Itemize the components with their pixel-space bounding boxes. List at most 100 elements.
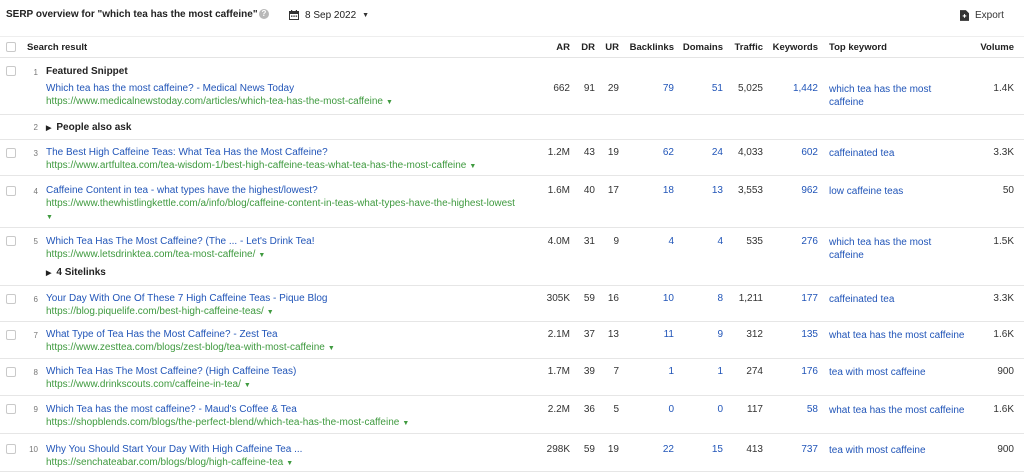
col-volume[interactable]: Volume (970, 42, 1014, 53)
backlinks-link[interactable]: 22 (630, 444, 674, 455)
keywords-link[interactable]: 135 (772, 329, 818, 340)
top-keyword-link[interactable]: which tea has the most caffeine (829, 83, 979, 109)
url-dropdown-icon[interactable]: ▼ (386, 99, 393, 106)
backlinks-link[interactable]: 18 (630, 185, 674, 196)
dr-value: 59 (583, 444, 595, 455)
keywords-link[interactable]: 58 (772, 404, 818, 415)
volume-value: 1.5K (993, 236, 1014, 247)
col-backlinks[interactable]: Backlinks (624, 42, 674, 53)
col-ur[interactable]: UR (600, 42, 619, 53)
col-ar[interactable]: AR (540, 42, 570, 53)
domains-link[interactable]: 51 (682, 83, 723, 94)
keywords-link[interactable]: 176 (772, 366, 818, 377)
top-keyword-link[interactable]: caffeinated tea (829, 293, 979, 306)
top-keyword-link[interactable]: which tea has the most caffeine (829, 236, 979, 262)
keywords-link[interactable]: 962 (772, 185, 818, 196)
col-dr[interactable]: DR (576, 42, 595, 53)
table-row: 8 Which Tea Has The Most Caffeine? (High… (0, 359, 1024, 396)
keywords-link[interactable]: 177 (772, 293, 818, 304)
url-dropdown-icon[interactable]: ▼ (46, 211, 53, 222)
row-checkbox[interactable] (6, 444, 16, 454)
row-checkbox[interactable] (6, 330, 16, 340)
traffic-value: 4,033 (737, 147, 763, 158)
backlinks-link[interactable]: 10 (630, 293, 674, 304)
result-position: 9 (33, 405, 38, 414)
keywords-link[interactable]: 276 (772, 236, 818, 247)
result-title-link[interactable]: Which Tea has the most caffeine? - Maud'… (46, 404, 297, 415)
col-domains[interactable]: Domains (680, 42, 723, 53)
domains-link[interactable]: 1 (682, 366, 723, 377)
result-url[interactable]: https://www.letsdrinktea.com/tea-most-ca… (46, 249, 265, 260)
volume-value: 1.4K (993, 83, 1014, 94)
url-dropdown-icon[interactable]: ▼ (267, 309, 274, 316)
result-url[interactable]: https://blog.piquelife.com/best-high-caf… (46, 306, 274, 317)
result-url[interactable]: https://www.medicalnewstoday.com/article… (46, 96, 393, 107)
domains-link[interactable]: 13 (682, 185, 723, 196)
top-keyword-link[interactable]: what tea has the most caffeine (829, 329, 979, 342)
url-dropdown-icon[interactable]: ▼ (286, 460, 293, 467)
row-checkbox[interactable] (6, 148, 16, 158)
keywords-link[interactable]: 602 (772, 147, 818, 158)
sitelinks-toggle[interactable]: ▶ 4 Sitelinks (46, 267, 106, 278)
backlinks-link[interactable]: 79 (630, 83, 674, 94)
row-checkbox[interactable] (6, 66, 16, 76)
domains-link[interactable]: 8 (682, 293, 723, 304)
result-url[interactable]: https://www.zesttea.com/blogs/zest-blog/… (46, 342, 335, 353)
sitelinks-label: 4 Sitelinks (56, 267, 106, 278)
row-checkbox[interactable] (6, 186, 16, 196)
result-title-link[interactable]: Which tea has the most caffeine? - Medic… (46, 83, 294, 94)
result-title-link[interactable]: The Best High Caffeine Teas: What Tea Ha… (46, 147, 328, 158)
keywords-link[interactable]: 1,442 (772, 83, 818, 94)
domains-link[interactable]: 9 (682, 329, 723, 340)
top-keyword-link[interactable]: low caffeine teas (829, 185, 979, 198)
row-checkbox[interactable] (6, 367, 16, 377)
result-url[interactable]: https://www.thewhistlingkettle.com/a/inf… (46, 198, 515, 209)
row-checkbox[interactable] (6, 294, 16, 304)
result-url[interactable]: https://senchateabar.com/blogs/blog/high… (46, 457, 293, 468)
col-keywords[interactable]: Keywords (768, 42, 818, 53)
result-title-link[interactable]: Your Day With One Of These 7 High Caffei… (46, 293, 327, 304)
top-keyword-link[interactable]: caffeinated tea (829, 147, 979, 160)
result-title-link[interactable]: What Type of Tea Has the Most Caffeine? … (46, 329, 278, 340)
top-keyword-link[interactable]: tea with most caffeine (829, 366, 979, 379)
ur-value: 13 (607, 329, 619, 340)
row-checkbox[interactable] (6, 236, 16, 246)
result-url[interactable]: https://www.drinkscouts.com/caffeine-in-… (46, 379, 251, 390)
url-dropdown-icon[interactable]: ▼ (469, 163, 476, 170)
row-checkbox[interactable] (6, 404, 16, 414)
result-title-link[interactable]: Which Tea Has The Most Caffeine? (The ..… (46, 236, 315, 247)
table-row: 1 Featured Snippet Which tea has the mos… (0, 58, 1024, 115)
volume-value: 3.3K (993, 147, 1014, 158)
select-all-checkbox[interactable] (6, 42, 16, 52)
result-url[interactable]: https://shopblends.com/blogs/the-perfect… (46, 417, 409, 428)
url-dropdown-icon[interactable]: ▼ (402, 420, 409, 427)
backlinks-link[interactable]: 11 (630, 329, 674, 340)
backlinks-link[interactable]: 1 (630, 366, 674, 377)
url-dropdown-icon[interactable]: ▼ (328, 345, 335, 352)
top-keyword-link[interactable]: tea with most caffeine (829, 444, 979, 457)
result-title-link[interactable]: Why You Should Start Your Day With High … (46, 444, 302, 455)
top-keyword-link[interactable]: what tea has the most caffeine (829, 404, 979, 417)
col-top-keyword[interactable]: Top keyword (829, 42, 887, 53)
export-button[interactable]: Export (960, 8, 1004, 22)
people-also-ask-toggle[interactable]: ▶ People also ask (46, 122, 131, 133)
url-dropdown-icon[interactable]: ▼ (244, 382, 251, 389)
result-position: 1 (33, 68, 38, 77)
domains-link[interactable]: 4 (682, 236, 723, 247)
domains-link[interactable]: 0 (682, 404, 723, 415)
result-title-link[interactable]: Which Tea Has The Most Caffeine? (High C… (46, 366, 296, 377)
keywords-link[interactable]: 737 (772, 444, 818, 455)
traffic-value: 274 (746, 366, 763, 377)
backlinks-link[interactable]: 0 (630, 404, 674, 415)
col-search-result[interactable]: Search result (27, 42, 87, 53)
domains-link[interactable]: 24 (682, 147, 723, 158)
result-url[interactable]: https://www.artfultea.com/tea-wisdom-1/b… (46, 160, 476, 171)
url-dropdown-icon[interactable]: ▼ (258, 252, 265, 259)
backlinks-link[interactable]: 62 (630, 147, 674, 158)
result-title-link[interactable]: Caffeine Content in tea - what types hav… (46, 185, 318, 196)
domains-link[interactable]: 15 (682, 444, 723, 455)
col-traffic[interactable]: Traffic (729, 42, 763, 53)
date-picker[interactable]: 8 Sep 2022 ▼ (289, 8, 369, 22)
help-icon[interactable]: ? (259, 9, 269, 19)
backlinks-link[interactable]: 4 (630, 236, 674, 247)
